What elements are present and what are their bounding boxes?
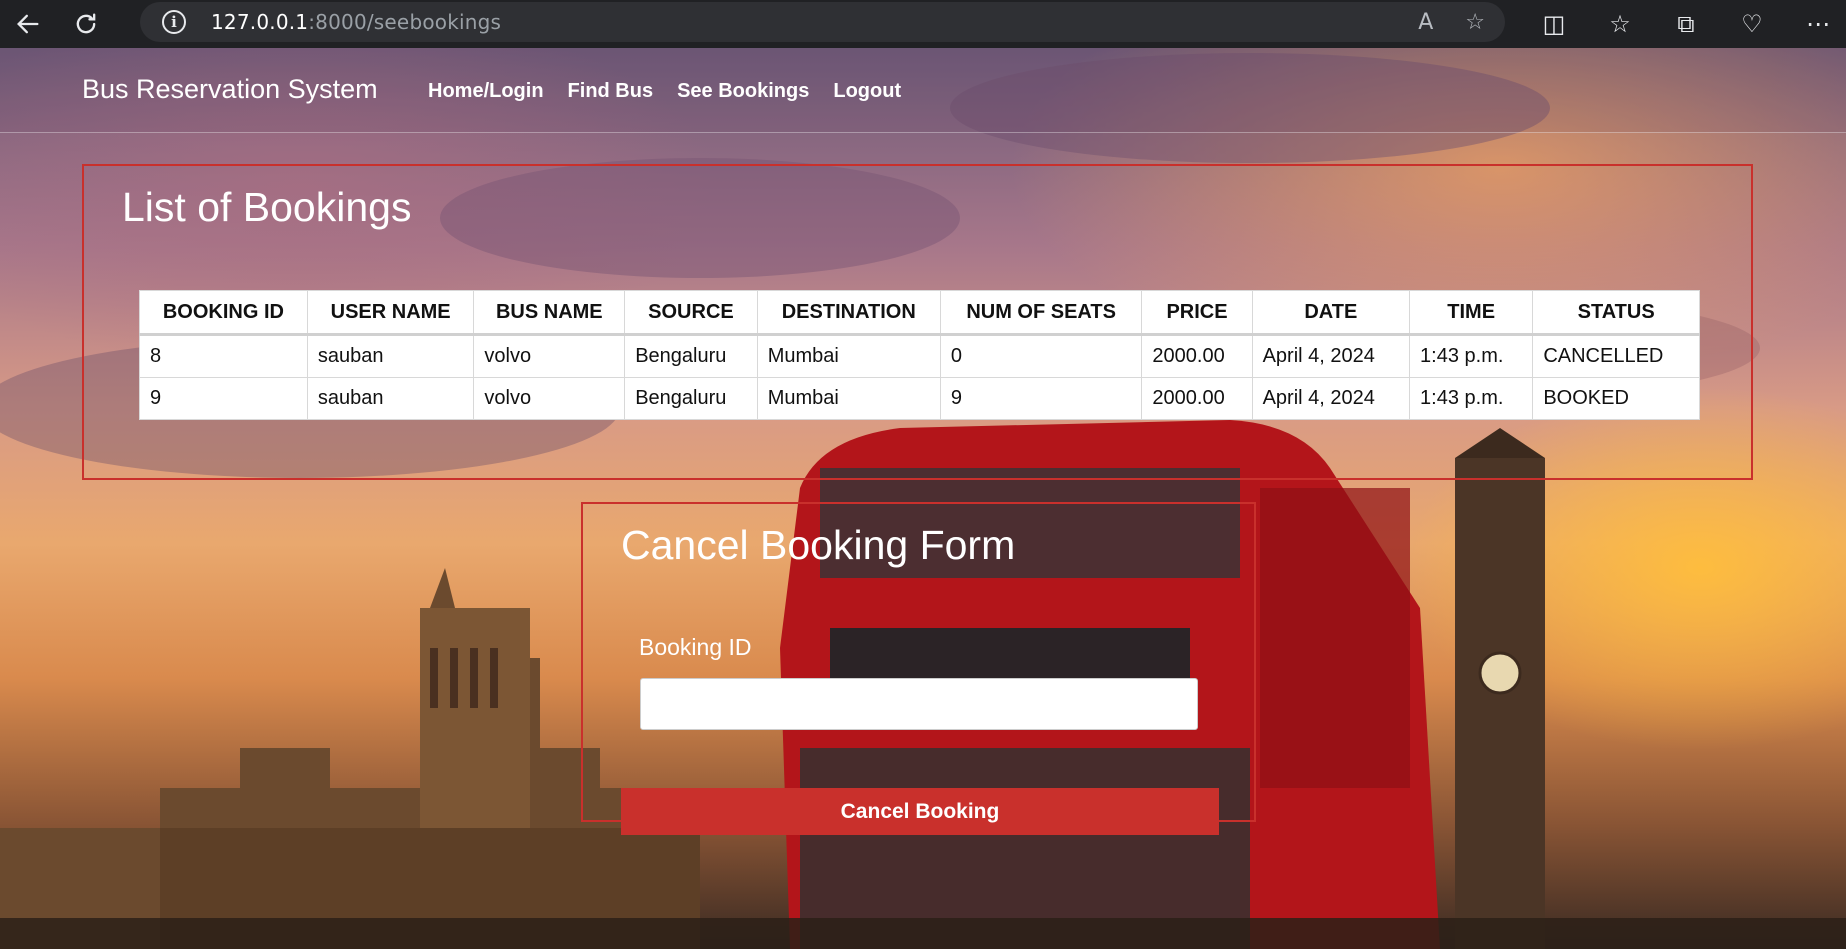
column-header: USER NAME xyxy=(306,290,475,336)
table-cell: volvo xyxy=(473,377,626,420)
table-cell: April 4, 2024 xyxy=(1251,377,1411,420)
table-cell: 2000.00 xyxy=(1141,377,1253,420)
status-cell: CANCELLED xyxy=(1532,334,1700,378)
column-header: DESTINATION xyxy=(756,290,941,336)
page-viewport: Bus Reservation System Home/Login Find B… xyxy=(0,48,1846,949)
cancel-booking-panel: Cancel Booking Form Booking ID Cancel Bo… xyxy=(581,502,1256,835)
column-header: TIME xyxy=(1409,290,1534,336)
table-cell: 2000.00 xyxy=(1141,334,1253,378)
table-cell: 8 xyxy=(139,334,308,378)
favorites-icon[interactable]: ☆ xyxy=(1602,10,1638,38)
collections-icon[interactable]: ⧉ xyxy=(1668,10,1704,38)
read-aloud-icon[interactable]: A xyxy=(1418,10,1433,35)
nav-link-home-login[interactable]: Home/Login xyxy=(428,80,544,103)
url-host: 127.0.0.1 xyxy=(211,10,309,34)
favorite-star-icon[interactable]: ☆ xyxy=(1465,10,1485,35)
column-header: SOURCE xyxy=(624,290,758,336)
table-cell: 9 xyxy=(139,377,308,420)
cancel-booking-button[interactable]: Cancel Booking xyxy=(621,788,1219,835)
table-cell: Mumbai xyxy=(756,377,941,420)
table-cell: sauban xyxy=(306,377,475,420)
health-icon[interactable]: ♡ xyxy=(1734,10,1770,38)
table-cell: Bengaluru xyxy=(624,334,758,378)
table-cell: Bengaluru xyxy=(624,377,758,420)
bookings-panel: List of Bookings BOOKING ID USER NAME BU… xyxy=(82,164,1753,480)
status-cell: BOOKED xyxy=(1532,377,1700,420)
nav-link-find-bus[interactable]: Find Bus xyxy=(568,80,654,103)
nav-link-see-bookings[interactable]: See Bookings xyxy=(677,80,809,103)
table-header-row: BOOKING ID USER NAME BUS NAME SOURCE DES… xyxy=(139,290,1700,336)
back-icon[interactable] xyxy=(8,4,48,44)
table-cell: Mumbai xyxy=(756,334,941,378)
table-cell: 9 xyxy=(939,377,1143,420)
nav-link-logout[interactable]: Logout xyxy=(833,80,901,103)
nav-links: Home/Login Find Bus See Bookings Logout xyxy=(428,80,901,103)
table-row: 9 sauban volvo Bengaluru Mumbai 9 2000.0… xyxy=(139,377,1700,420)
url-path: :8000/seebookings xyxy=(308,10,502,34)
navbar: Bus Reservation System Home/Login Find B… xyxy=(0,48,1846,133)
table-cell: 1:43 p.m. xyxy=(1409,334,1534,378)
table-cell: 1:43 p.m. xyxy=(1409,377,1534,420)
booking-id-label: Booking ID xyxy=(639,634,752,660)
browser-toolbar: i 127.0.0.1:8000/seebookings A ☆ ◫ ☆ ⧉ ♡… xyxy=(0,0,1846,48)
column-header: DATE xyxy=(1251,290,1411,336)
column-header: STATUS xyxy=(1532,290,1700,336)
booking-id-input[interactable] xyxy=(640,678,1198,730)
cancel-form-title: Cancel Booking Form xyxy=(621,522,1016,568)
url-text[interactable]: 127.0.0.1:8000/seebookings xyxy=(211,10,501,34)
table-cell: volvo xyxy=(473,334,626,378)
split-screen-icon[interactable]: ◫ xyxy=(1536,10,1572,38)
table-cell: sauban xyxy=(306,334,475,378)
column-header: NUM OF SEATS xyxy=(939,290,1143,336)
table-cell: April 4, 2024 xyxy=(1251,334,1411,378)
address-bar[interactable]: i 127.0.0.1:8000/seebookings A ☆ xyxy=(140,2,1505,42)
bookings-table: BOOKING ID USER NAME BUS NAME SOURCE DES… xyxy=(139,290,1700,420)
column-header: PRICE xyxy=(1141,290,1253,336)
more-icon[interactable]: ⋯ xyxy=(1800,10,1836,38)
column-header: BUS NAME xyxy=(473,290,626,336)
table-cell: 0 xyxy=(939,334,1143,378)
brand-link[interactable]: Bus Reservation System xyxy=(82,74,378,105)
site-info-icon[interactable]: i xyxy=(162,10,186,34)
reload-icon[interactable] xyxy=(66,4,106,44)
table-row: 8 sauban volvo Bengaluru Mumbai 0 2000.0… xyxy=(139,334,1700,378)
bookings-title: List of Bookings xyxy=(122,184,412,230)
column-header: BOOKING ID xyxy=(139,290,308,336)
